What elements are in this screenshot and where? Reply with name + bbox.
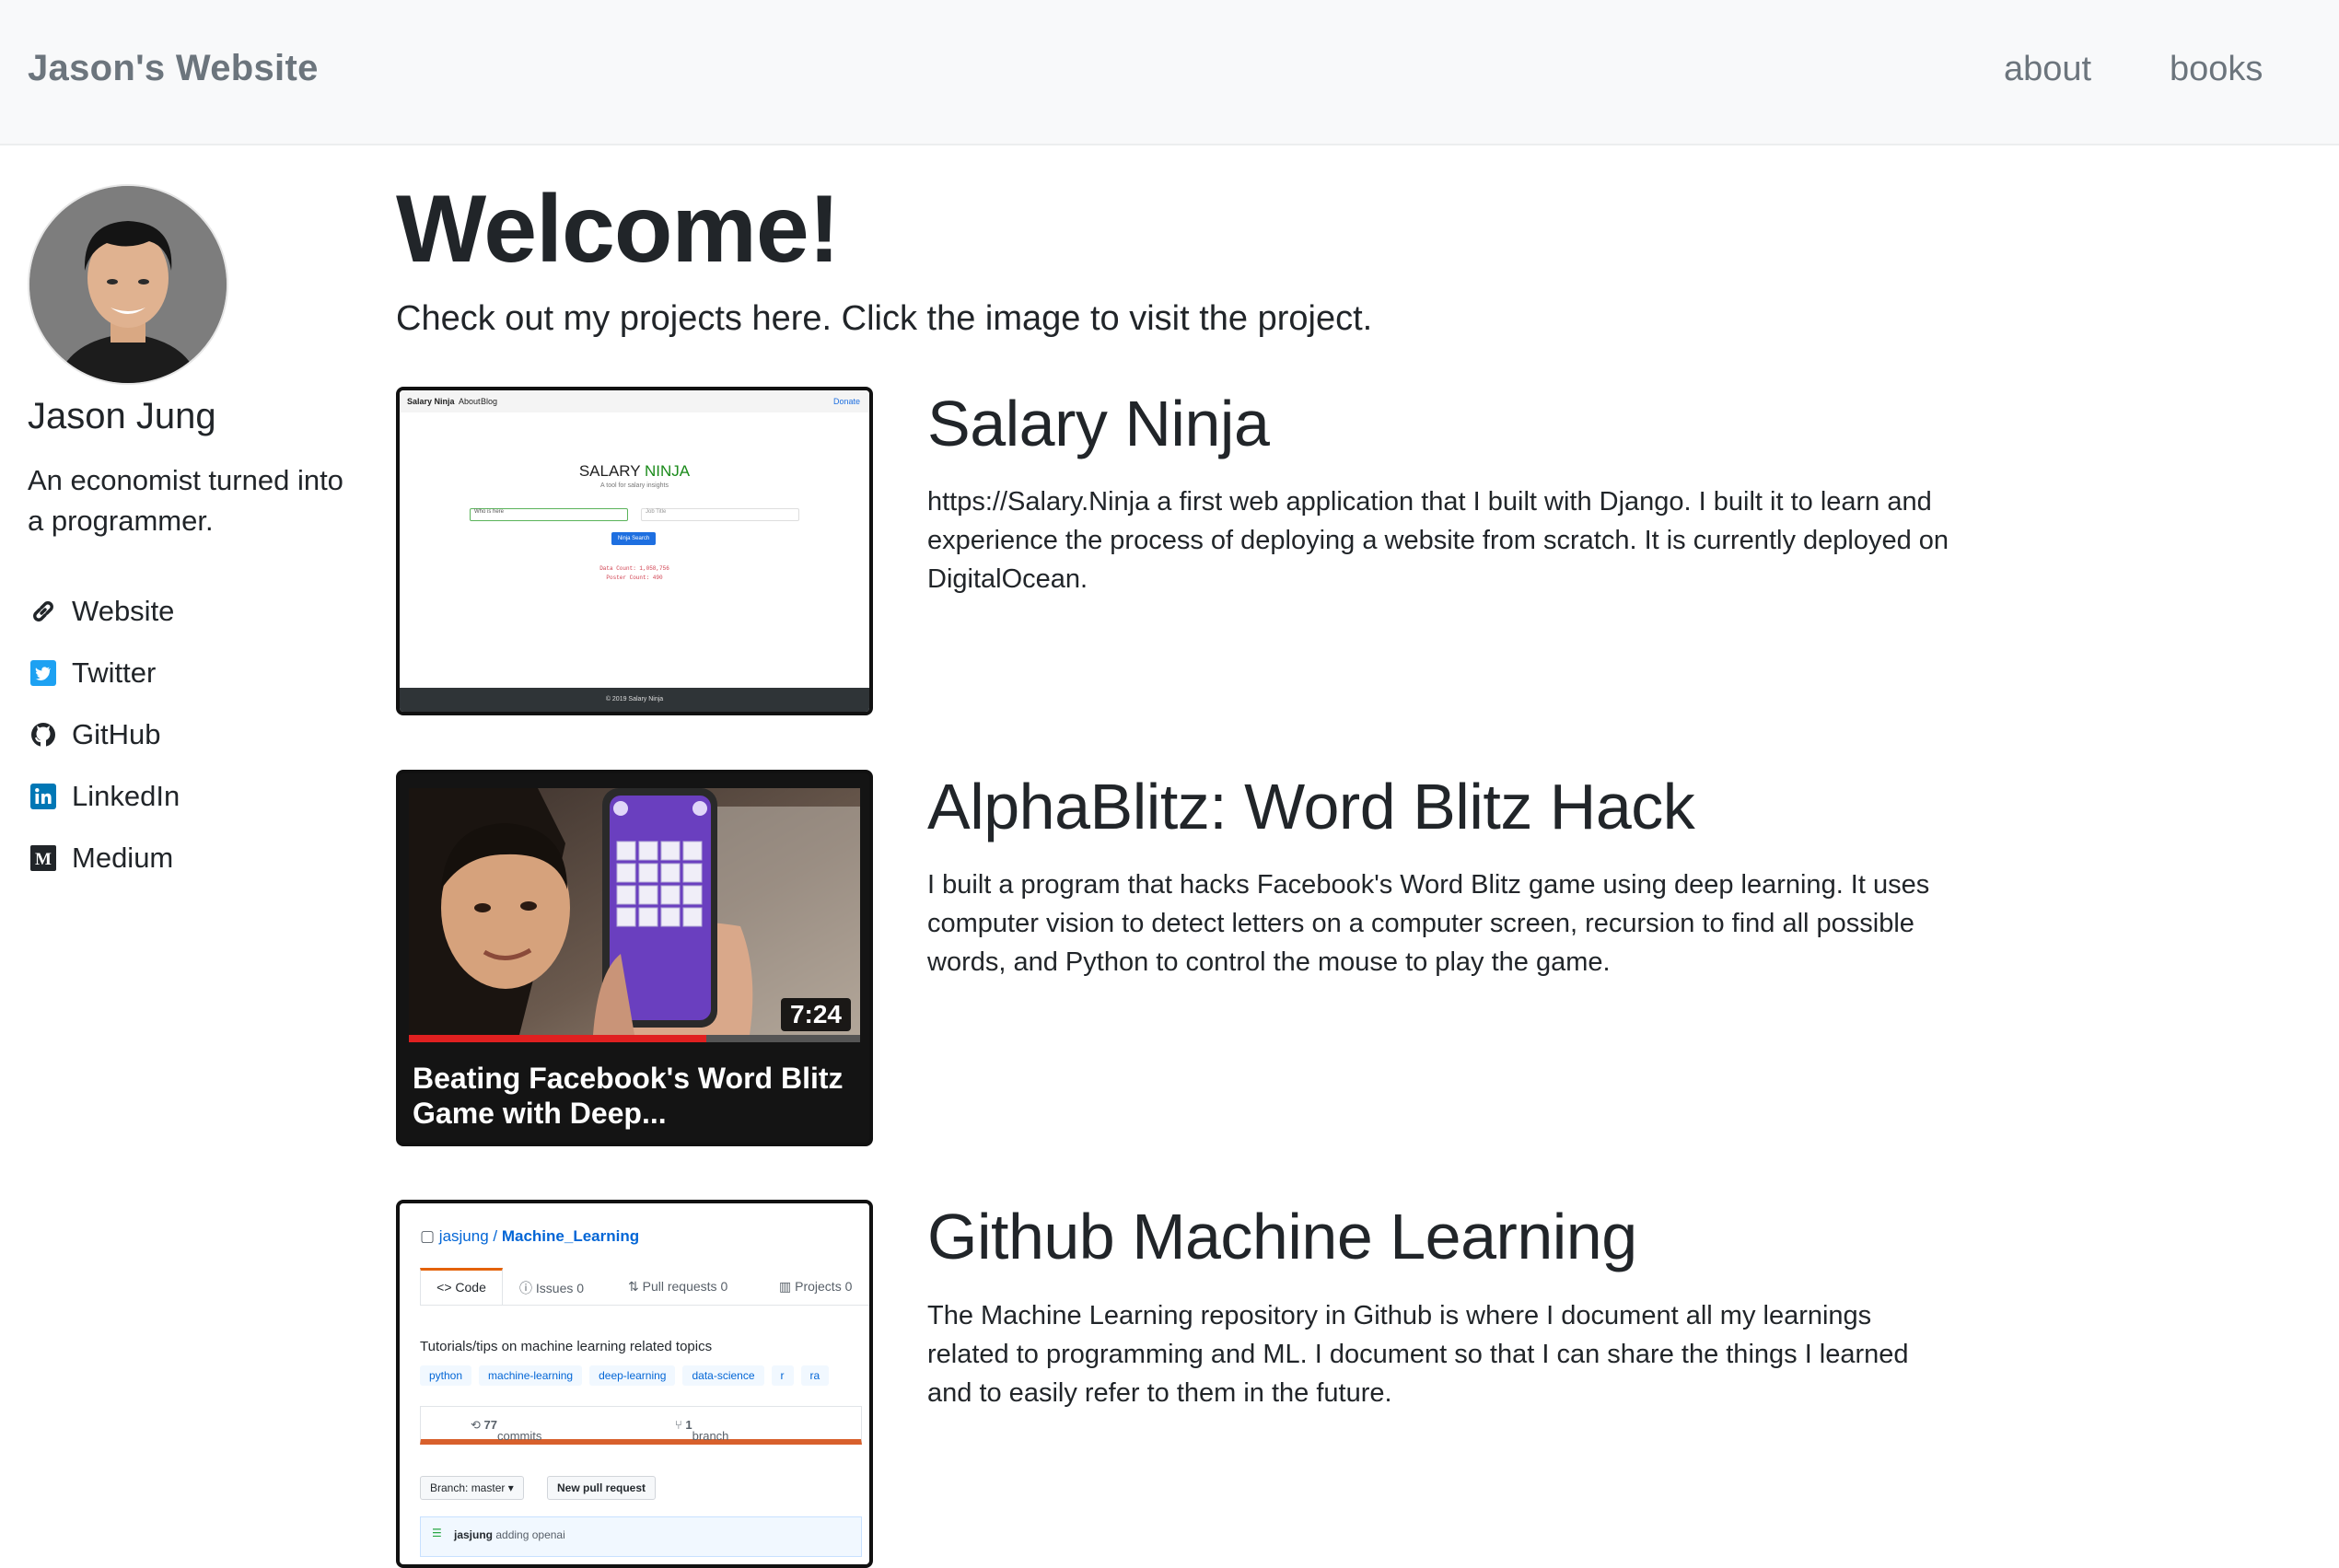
github-repo-path: ▢ jasjung / Machine_Learning: [420, 1227, 640, 1245]
sidebar-link-linkedin[interactable]: LinkedIn: [28, 765, 180, 827]
sidebar-link-label: Medium: [72, 841, 174, 874]
thumbnail-input-2: Job Title: [641, 508, 799, 521]
author-name: Jason Jung: [28, 396, 216, 436]
thumbnail-tagline: A tool for salary insights: [600, 482, 669, 489]
project-thumbnail-salary-ninja[interactable]: Salary Ninja About Blog Donate SALARY NI…: [396, 387, 873, 715]
topic-tag: deep-learning: [589, 1365, 676, 1386]
thumbnail-headline: SALARY NINJA: [578, 462, 691, 480]
github-branches: ⑂ 1 branch: [675, 1418, 729, 1443]
thumbnail-stat-1: Data Count: 1,058,756: [599, 565, 669, 572]
video-caption: Beating Facebook's Word Blitz Game with …: [413, 1062, 844, 1130]
sidebar-link-label: GitHub: [72, 717, 161, 750]
github-new-pull-request-button: New pull request: [547, 1476, 657, 1500]
sidebar-link-label: Twitter: [72, 656, 157, 689]
nav-link-about[interactable]: about: [2004, 50, 2091, 89]
thumbnail-nav-blog: Blog: [481, 397, 498, 406]
github-tab-projects: ▥ Projects 0: [779, 1279, 853, 1294]
thumbnail-input-1: Who is here: [470, 508, 628, 521]
avatar: [28, 184, 228, 385]
thumbnail-footer: © 2019 Salary Ninja: [400, 688, 869, 712]
project-thumbnail-alphablitz[interactable]: 7:24 Beating Facebook's Word Blitz Game …: [396, 770, 873, 1146]
github-topic-tags: python machine-learning deep-learning da…: [420, 1365, 830, 1386]
twitter-icon: [28, 657, 59, 689]
project-description-salary-ninja: https://Salary.Ninja a first web applica…: [927, 487, 1949, 594]
thumbnail-stat-2: Poster Count: 490: [606, 575, 663, 581]
svg-text:M: M: [35, 850, 52, 869]
medium-icon: M: [28, 842, 59, 874]
topic-tag: data-science: [682, 1365, 764, 1386]
navbar: Jason's Website about books: [0, 0, 2339, 145]
github-repo-description: Tutorials/tips on machine learning relat…: [420, 1339, 713, 1354]
video-progress-bar: [409, 1035, 860, 1042]
link-icon: [28, 596, 59, 627]
social-links: Website Twitter GitHub LinkedIn M Medium: [28, 580, 180, 889]
intro-text: Check out my projects here. Click the im…: [396, 299, 1373, 338]
project-thumbnail-github-ml[interactable]: ▢ jasjung / Machine_Learning <> Code ⓘ I…: [396, 1200, 873, 1568]
linkedin-icon: [28, 781, 59, 812]
sidebar-link-website[interactable]: Website: [28, 580, 180, 642]
author-bio: An economist turned into a programmer.: [28, 464, 343, 537]
project-description-alphablitz: I built a program that hacks Facebook's …: [927, 870, 1930, 977]
github-branch-button: Branch: master ▾: [420, 1476, 524, 1500]
project-title-github-ml: Github Machine Learning: [927, 1201, 1637, 1272]
code-icon: <>: [436, 1280, 456, 1295]
github-tab-code: <> Code: [420, 1268, 503, 1305]
sidebar-link-twitter[interactable]: Twitter: [28, 642, 180, 703]
github-tab-pull-requests: ⇅ Pull requests 0: [628, 1279, 728, 1294]
sidebar-link-github[interactable]: GitHub: [28, 703, 180, 765]
thumbnail-search-button: Ninja Search: [611, 532, 656, 545]
thumbnail-nav-brand: Salary Ninja: [407, 397, 455, 406]
topic-tag: r: [771, 1365, 794, 1386]
nav-link-books[interactable]: books: [2170, 50, 2263, 89]
sidebar-link-medium[interactable]: M Medium: [28, 827, 180, 889]
repo-icon: ▢: [420, 1227, 439, 1245]
github-tab-issues: ⓘ Issues 0: [519, 1281, 585, 1295]
avatar-photo: [29, 186, 227, 383]
site-brand-link[interactable]: Jason's Website: [28, 48, 319, 89]
video-duration: 7:24: [780, 998, 851, 1031]
topic-tag: machine-learning: [479, 1365, 583, 1386]
video-progress-fill: [409, 1035, 707, 1042]
page-title: Welcome!: [396, 176, 840, 283]
github-commits: ⟲ 77 commits: [471, 1418, 542, 1443]
github-repo-stats: ⟲ 77 commits ⑂ 1 branch: [420, 1406, 862, 1445]
github-tabs: <> Code ⓘ Issues 0 ⇅ Pull requests 0 ▥ P…: [420, 1268, 869, 1306]
github-icon: [28, 719, 59, 750]
thumbnail-nav-donate: Donate: [832, 397, 860, 406]
topic-tag: ra: [800, 1365, 830, 1386]
thumbnail-navbar: Salary Ninja About Blog Donate: [400, 390, 869, 412]
sidebar-link-label: LinkedIn: [72, 779, 180, 812]
project-title-alphablitz: AlphaBlitz: Word Blitz Hack: [927, 771, 1695, 842]
project-description-github-ml: The Machine Learning repository in Githu…: [927, 1301, 1909, 1408]
sidebar-link-label: Website: [72, 594, 175, 627]
github-latest-commit: ☰ jasjung adding openai: [420, 1516, 862, 1557]
project-title-salary-ninja: Salary Ninja: [927, 388, 1270, 459]
thumbnail-nav-about: About: [459, 397, 481, 406]
commit-list-icon: ☰: [432, 1527, 442, 1539]
topic-tag: python: [420, 1365, 472, 1386]
